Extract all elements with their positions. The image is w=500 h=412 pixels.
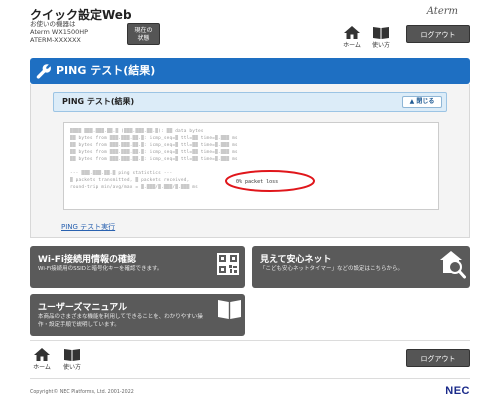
blurred-result-line: ▒▒ bytes from ▒▒▒.▒▒▒.▒▒.▒: icmp_seq=▒ t… — [70, 136, 238, 141]
users-manual-title: ユーザーズマニュアル — [38, 303, 128, 313]
device-id: ATERM-XXXXXX — [30, 36, 81, 44]
ping-test-run-link[interactable]: PING テスト実行 — [61, 222, 115, 232]
footer-home-nav[interactable]: ホーム — [30, 348, 54, 371]
footer-manual-nav[interactable]: 使い方 — [60, 348, 84, 371]
blurred-result-line: ▒▒ bytes from ▒▒▒.▒▒▒.▒▒.▒: icmp_seq=▒ t… — [70, 143, 238, 148]
home-icon — [344, 26, 360, 39]
chevron-up-icon: ▲ — [409, 98, 415, 105]
ping-result-output: ▒▒▒▒ ▒▒▒.▒▒▒.▒▒.▒ (▒▒▒.▒▒▒.▒▒.▒): ▒▒ dat… — [63, 122, 439, 210]
book-icon — [64, 349, 80, 361]
section-title: PING テスト(結果) — [62, 97, 135, 106]
users-manual-desc-line2: 作・設定手順で説明しています。 — [38, 322, 120, 328]
home-label: ホーム — [343, 42, 361, 49]
status-button-line1: 現在の — [134, 27, 153, 34]
blurred-result-line: ▒▒ bytes from ▒▒▒.▒▒▒.▒▒.▒: icmp_seq=▒ t… — [70, 157, 238, 162]
footer-logout-button[interactable]: ログアウト — [406, 349, 470, 367]
mieru-anshin-net-desc: 「こども安心ネットタイマー」などの設定はこちらから。 — [260, 266, 404, 272]
blurred-result-line: ▒▒ bytes from ▒▒▒.▒▒▒.▒▒.▒: icmp_seq=▒ t… — [70, 150, 238, 155]
aterm-logo: Aterm — [426, 6, 458, 17]
ping-result-panel: PING テスト(結果) ▲ 閉じる ▒▒▒▒ ▒▒▒.▒▒▒.▒▒.▒ (▒▒… — [30, 84, 470, 238]
qr-code-icon — [217, 253, 239, 275]
book-icon — [373, 27, 389, 39]
home-icon — [34, 348, 50, 361]
close-button[interactable]: ▲ 閉じる — [402, 96, 442, 108]
current-status-button[interactable]: 現在の 状態 — [127, 23, 160, 45]
home-nav[interactable]: ホーム — [340, 26, 364, 49]
wifi-info-title: Wi-Fi接続用情報の確認 — [38, 255, 136, 265]
divider — [30, 340, 470, 341]
page-title-bar: PING テスト(結果) — [30, 58, 470, 84]
section-header: PING テスト(結果) ▲ 閉じる — [53, 92, 447, 112]
status-button-line2: 状態 — [137, 35, 150, 42]
device-model: Aterm WX1500HP — [30, 28, 89, 36]
close-label: 閉じる — [416, 98, 435, 105]
open-book-icon — [218, 300, 241, 319]
manual-label: 使い方 — [371, 42, 390, 49]
blurred-result-line: round-trip min/avg/max = ▒.▒▒▒/▒.▒▒▒/▒.▒… — [70, 185, 198, 190]
footer-manual-label: 使い方 — [62, 364, 81, 371]
wifi-info-desc: Wi-Fi接続用のSSIDと暗号化キーを確認できます。 — [38, 266, 163, 272]
nec-logo: NEC — [445, 385, 470, 397]
manual-nav[interactable]: 使い方 — [369, 26, 393, 49]
device-label: お使いの機器は — [30, 20, 76, 28]
mieru-anshin-net-title: 見えて安心ネット — [260, 255, 332, 265]
wifi-info-tile[interactable]: Wi-Fi接続用情報の確認 Wi-Fi接続用のSSIDと暗号化キーを確認できます… — [30, 246, 245, 288]
users-manual-tile[interactable]: ユーザーズマニュアル 本商品のさまざまな機能を利用してできることを、わかりやすい… — [30, 294, 245, 336]
divider — [30, 378, 470, 379]
logout-button[interactable]: ログアウト — [406, 25, 470, 43]
mieru-anshin-net-tile[interactable]: 見えて安心ネット 「こども安心ネットタイマー」などの設定はこちらから。 — [252, 246, 470, 288]
blurred-result-line: ▒ packets transmitted, ▒ packets receive… — [70, 178, 190, 183]
wrench-icon — [36, 64, 51, 79]
highlight-ellipse — [225, 170, 315, 192]
home-search-icon — [440, 251, 466, 279]
page-title: PING テスト(結果) — [56, 64, 156, 77]
header: クイック設定Web お使いの機器は Aterm WX1500HP ATERM-X… — [0, 0, 500, 54]
copyright: Copyright© NEC Platforms, Ltd. 2001-2022 — [30, 390, 134, 395]
users-manual-desc-line1: 本商品のさまざまな機能を利用してできることを、わかりやすい操 — [38, 314, 203, 320]
blurred-result-line: --- ▒▒▒.▒▒▒.▒▒.▒ ping statistics --- — [70, 171, 173, 176]
footer-home-label: ホーム — [33, 364, 51, 371]
blurred-result-line: ▒▒▒▒ ▒▒▒.▒▒▒.▒▒.▒ (▒▒▒.▒▒▒.▒▒.▒): ▒▒ dat… — [70, 129, 204, 134]
